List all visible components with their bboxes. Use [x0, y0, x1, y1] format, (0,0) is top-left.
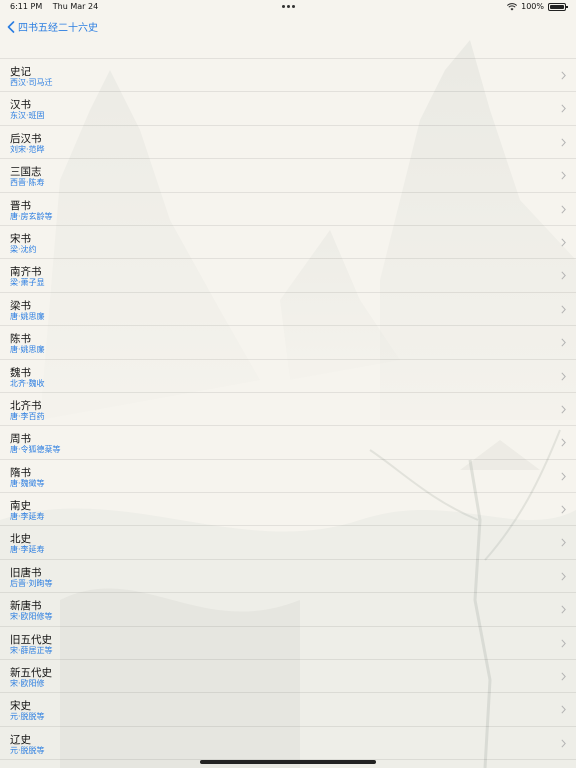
- multitasking-dots-icon[interactable]: [282, 5, 295, 8]
- item-author: 唐·房玄龄等: [10, 211, 53, 221]
- status-date: Thu Mar 24: [52, 2, 99, 11]
- item-author: 西汉·司马迁: [10, 78, 53, 87]
- status-indicators: 100%: [507, 0, 568, 14]
- list-item[interactable]: 三国志 西晋·陈寿: [0, 159, 576, 193]
- list-item[interactable]: 汉书 东汉·班固: [0, 92, 576, 126]
- home-indicator[interactable]: [200, 760, 376, 764]
- status-time-date: 6:11 PM Thu Mar 24: [10, 0, 106, 14]
- list-item[interactable]: 北史 唐·李延寿: [0, 526, 576, 560]
- item-author: 唐·李延寿: [10, 545, 45, 555]
- chevron-right-icon: [561, 104, 566, 113]
- item-author: 唐·李延寿: [10, 512, 45, 522]
- list-item[interactable]: 陈书 唐·姚思廉: [0, 326, 576, 360]
- chevron-right-icon: [561, 672, 566, 681]
- chevron-right-icon: [561, 371, 566, 381]
- list-item[interactable]: 旧五代史 宋·薛居正等: [0, 627, 576, 661]
- back-label: 四书五经二十六史: [18, 23, 98, 34]
- list-item[interactable]: 后汉书 刘宋·范晔: [0, 126, 576, 160]
- item-author: 刘宋·范晔: [10, 144, 45, 154]
- chevron-right-icon: [561, 138, 566, 147]
- chevron-right-icon: [561, 238, 566, 247]
- list-item[interactable]: 辽史 元·脱脱等: [0, 727, 576, 761]
- chevron-right-icon: [561, 338, 566, 347]
- list-item[interactable]: 南史 唐·李延寿: [0, 493, 576, 527]
- back-button[interactable]: 四书五经二十六史: [7, 19, 98, 34]
- chevron-right-icon: [561, 438, 566, 447]
- status-bar: 6:11 PM Thu Mar 24 100%: [0, 0, 576, 14]
- item-author: 唐·姚思廉: [10, 345, 45, 355]
- item-author: 东汉·班固: [10, 111, 45, 121]
- status-time: 6:11 PM: [10, 2, 43, 11]
- list-item[interactable]: 隋书 唐·魏徵等: [0, 460, 576, 494]
- item-author: 梁·沈约: [10, 244, 37, 254]
- history-book-list: 史记 西汉·司马迁 汉书 东汉·班固 后汉书 刘宋·范晔 三国志 西晋·陈寿 晋…: [0, 58, 576, 761]
- item-author: 唐·魏徵等: [10, 478, 45, 488]
- chevron-right-icon: [561, 271, 566, 280]
- list-item[interactable]: 魏书 北齐·魏收: [0, 360, 576, 393]
- item-author: 唐·李百药: [10, 411, 45, 421]
- chevron-right-icon: [561, 505, 566, 514]
- item-author: 西晋·陈寿: [10, 178, 45, 188]
- list-item[interactable]: 新唐书 宋·欧阳修等: [0, 593, 576, 627]
- list-item[interactable]: 周书 唐·令狐德棻等: [0, 426, 576, 460]
- list-item[interactable]: 宋书 梁·沈约: [0, 226, 576, 260]
- list-item[interactable]: 北齐书 唐·李百药: [0, 393, 576, 427]
- item-author: 宋·薛居正等: [10, 645, 53, 655]
- list-item[interactable]: 旧唐书 后晋·刘昫等: [0, 560, 576, 594]
- item-author: 元·脱脱等: [10, 712, 45, 722]
- list-item[interactable]: 南齐书 梁·萧子显: [0, 259, 576, 293]
- item-author: 元·脱脱等: [10, 745, 45, 755]
- list-item[interactable]: 史记 西汉·司马迁: [0, 59, 576, 93]
- chevron-right-icon: [561, 538, 566, 548]
- battery-icon: [548, 3, 568, 11]
- item-author: 唐·姚思廉: [10, 311, 45, 321]
- chevron-right-icon: [561, 71, 566, 80]
- item-author: 唐·令狐德棻等: [10, 445, 61, 455]
- chevron-right-icon: [561, 739, 566, 748]
- item-author: 宋·欧阳修等: [10, 612, 53, 622]
- chevron-right-icon: [561, 405, 566, 414]
- list-item[interactable]: 宋史 元·脱脱等: [0, 693, 576, 727]
- item-author: 梁·萧子显: [10, 278, 45, 288]
- chevron-right-icon: [561, 572, 566, 581]
- list-item[interactable]: 晋书 唐·房玄龄等: [0, 193, 576, 226]
- navigation-bar: 四书五经二十六史: [0, 14, 576, 42]
- list-item[interactable]: 新五代史 宋·欧阳修: [0, 660, 576, 694]
- chevron-left-icon: [7, 20, 15, 33]
- chevron-right-icon: [561, 605, 566, 614]
- item-author: 后晋·刘昫等: [10, 578, 53, 588]
- list-item[interactable]: 梁书 唐·姚思廉: [0, 293, 576, 327]
- chevron-right-icon: [561, 472, 566, 481]
- wifi-icon: [507, 3, 518, 11]
- battery-percent: 100%: [521, 2, 544, 11]
- chevron-right-icon: [561, 205, 566, 214]
- chevron-right-icon: [561, 171, 566, 180]
- item-author: 宋·欧阳修: [10, 679, 45, 689]
- chevron-right-icon: [561, 305, 566, 314]
- chevron-right-icon: [561, 705, 566, 714]
- chevron-right-icon: [561, 639, 566, 648]
- item-author: 北齐·魏收: [10, 378, 45, 388]
